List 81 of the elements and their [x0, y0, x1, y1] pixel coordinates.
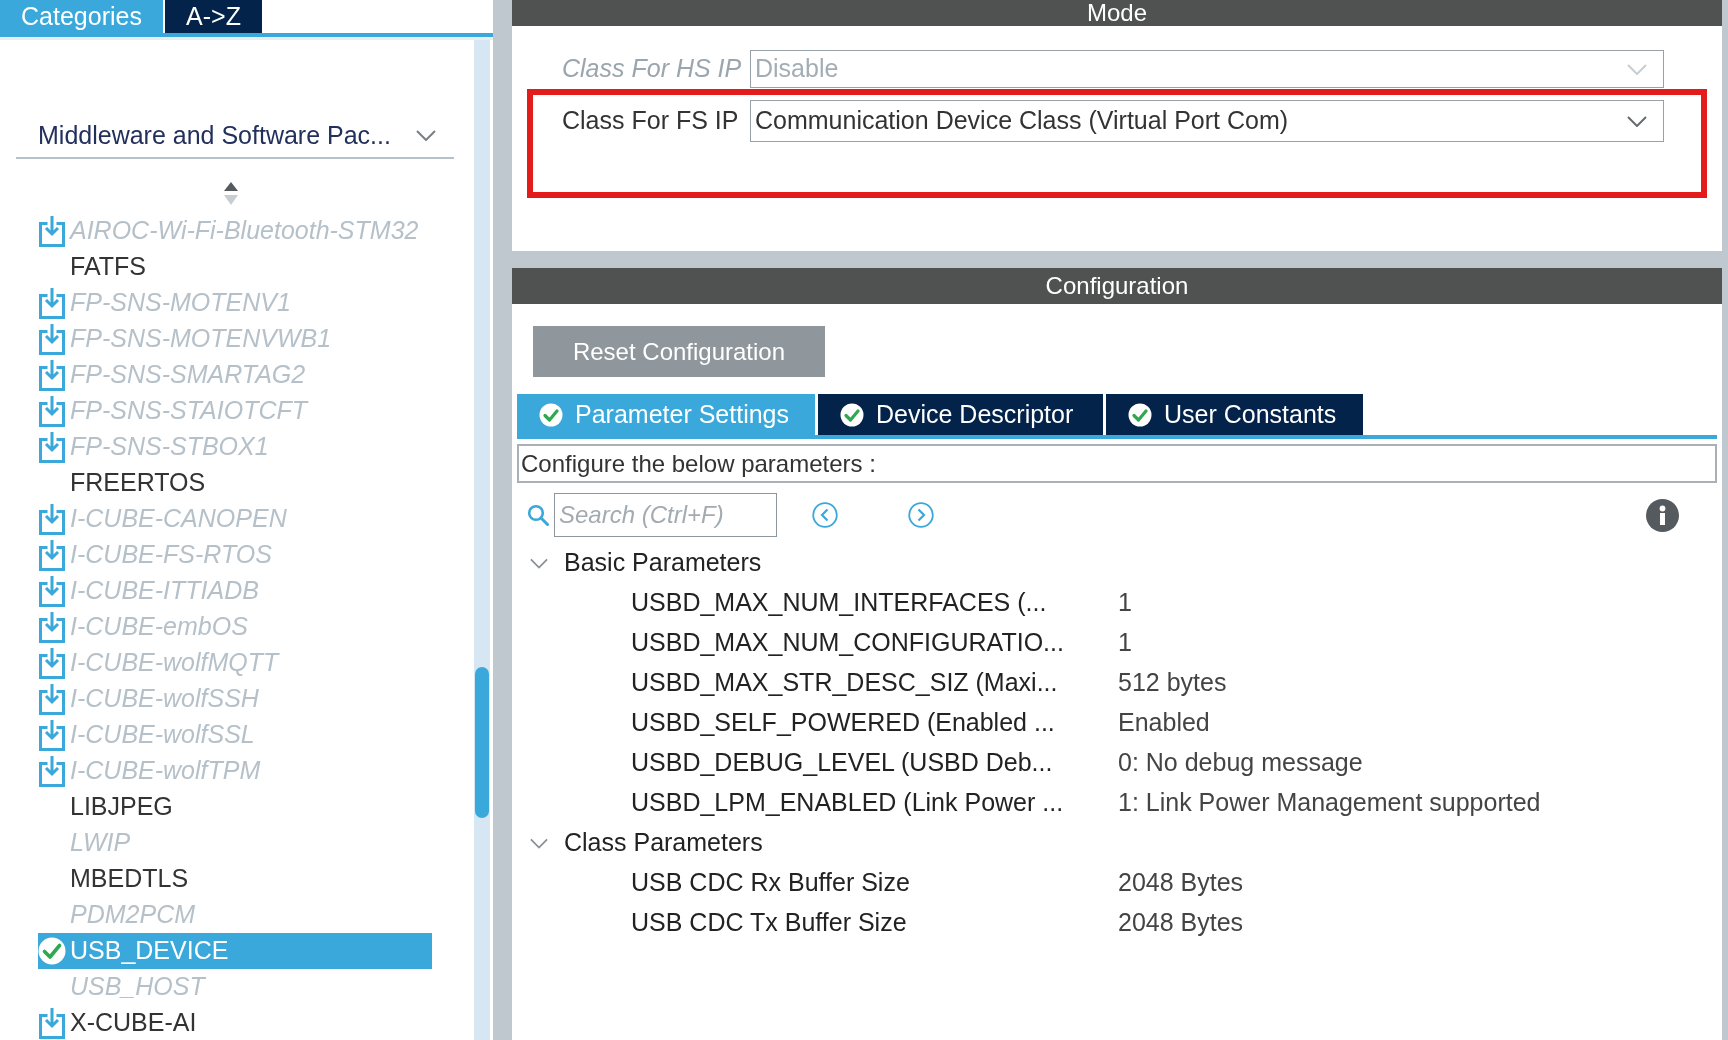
sidebar-item[interactable]: I-CUBE-CANOPEN [38, 501, 432, 537]
scrollbar-track[interactable] [474, 40, 490, 1040]
sidebar-item[interactable]: MBEDTLS [38, 861, 432, 897]
chevron-down-icon[interactable] [1627, 115, 1647, 127]
download-icon [38, 503, 66, 535]
up-down-arrows-icon[interactable] [223, 180, 239, 207]
sidebar-item[interactable]: I-CUBE-wolfSSH [38, 681, 432, 717]
sidebar-item[interactable]: I-CUBE-embOS [38, 609, 432, 645]
parameter-name: USBD_LPM_ENABLED (Link Power ... [631, 787, 1065, 819]
parameter-name: USBD_SELF_POWERED (Enabled ... [631, 707, 1056, 739]
download-icon [38, 359, 66, 391]
sidebar-item[interactable]: FATFS [38, 249, 432, 285]
reset-button[interactable]: Reset Configuration [533, 326, 825, 377]
parameter-name: USBD_DEBUG_LEVEL (USBD Deb... [631, 747, 1054, 779]
sidebar-item[interactable]: FP-SNS-MOTENV1 [38, 285, 432, 321]
sidebar-item[interactable]: FREERTOS [38, 465, 432, 501]
config-tab[interactable]: User Constants [1106, 394, 1363, 435]
download-icon [38, 323, 66, 355]
sidebar-item[interactable]: PDM2PCM [38, 897, 432, 933]
parameter-value[interactable]: 512 bytes [1118, 664, 1227, 702]
sidebar-item[interactable]: I-CUBE-wolfSSL [38, 717, 432, 753]
parameter-value[interactable]: 1 [1118, 624, 1132, 662]
sidebar-tab[interactable]: Categories [0, 0, 163, 33]
download-icon [38, 431, 66, 463]
category-dropdown[interactable]: Middleware and Software Pac... [16, 114, 454, 159]
scrollbar-thumb[interactable] [475, 667, 489, 818]
chevron-down-icon[interactable] [530, 837, 548, 849]
sidebar-tab[interactable]: A->Z [165, 0, 262, 33]
field-label: Class For FS IP [562, 105, 740, 137]
parameter-name: USBD_MAX_STR_DESC_SIZ (Maxi... [631, 667, 1059, 699]
sidebar-item[interactable]: I-CUBE-ITTIADB [38, 573, 432, 609]
download-icon [38, 647, 66, 679]
download-icon [38, 611, 66, 643]
parameter-value[interactable]: 1 [1118, 584, 1132, 622]
sidebar-item[interactable]: X-CUBE-AI [38, 1005, 432, 1040]
chevron-down-icon[interactable] [416, 130, 436, 141]
sidebar-item[interactable]: LWIP [38, 825, 432, 861]
sidebar-item[interactable]: I-CUBE-wolfMQTT [38, 645, 432, 681]
download-icon [38, 395, 66, 427]
sidebar-item[interactable]: FP-SNS-STAIOTCFT [38, 393, 432, 429]
download-icon [38, 755, 66, 787]
group-label: Basic Parameters [564, 547, 762, 579]
group-label: Class Parameters [564, 827, 763, 859]
sidebar-item[interactable]: LIBJPEG [38, 789, 432, 825]
download-icon [38, 539, 66, 571]
parameter-value[interactable]: 2048 Bytes [1118, 904, 1244, 942]
config-tab[interactable]: Parameter Settings [517, 394, 815, 435]
parameter-value[interactable]: Enabled [1118, 704, 1210, 742]
sidebar-item[interactable]: USB_DEVICE [38, 933, 432, 969]
config-tab[interactable]: Device Descriptor [818, 394, 1103, 435]
parameter-value[interactable]: 2048 Bytes [1118, 864, 1244, 902]
download-icon [38, 287, 66, 319]
sidebar-item[interactable]: AIROC-Wi-Fi-Bluetooth-STM32 [38, 213, 432, 249]
search-icon [527, 504, 549, 526]
section-header: Mode [512, 0, 1722, 26]
search-field[interactable]: Search (Ctrl+F) [554, 493, 777, 537]
parameter-name: USBD_MAX_NUM_CONFIGURATIO... [631, 627, 1065, 659]
sidebar-item[interactable]: FP-SNS-STBOX1 [38, 429, 432, 465]
parameter-value[interactable]: 0: No debug message [1118, 744, 1363, 782]
parameter-name: USBD_MAX_NUM_INTERFACES (... [631, 587, 1048, 619]
parameter-name: USB CDC Rx Buffer Size [631, 867, 911, 899]
download-icon [38, 719, 66, 751]
circle-chevron-left-icon[interactable] [812, 502, 838, 528]
download-icon [38, 215, 66, 247]
chevron-down-icon[interactable] [530, 557, 548, 569]
download-icon [38, 575, 66, 607]
parameter-value[interactable]: 1: Link Power Management supported [1118, 784, 1541, 822]
info-icon[interactable] [1646, 498, 1679, 532]
download-icon [38, 683, 66, 715]
sidebar-item[interactable]: FP-SNS-MOTENVWB1 [38, 321, 432, 357]
sidebar-item[interactable]: USB_HOST [38, 969, 432, 1005]
circle-chevron-right-icon[interactable] [908, 502, 934, 528]
field-label: Class For HS IP [562, 53, 743, 85]
instruction-bar: Configure the below parameters : [517, 444, 1717, 483]
section-header: Configuration [512, 268, 1722, 304]
dropdown-field[interactable]: Communication Device Class (Virtual Port Com) [750, 100, 1664, 142]
download-icon [38, 1007, 66, 1039]
sidebar-item[interactable]: I-CUBE-wolfTPM [38, 753, 432, 789]
sidebar-item[interactable]: I-CUBE-FS-RTOS [38, 537, 432, 573]
sidebar-item[interactable]: FP-SNS-SMARTAG2 [38, 357, 432, 393]
parameter-name: USB CDC Tx Buffer Size [631, 907, 908, 939]
